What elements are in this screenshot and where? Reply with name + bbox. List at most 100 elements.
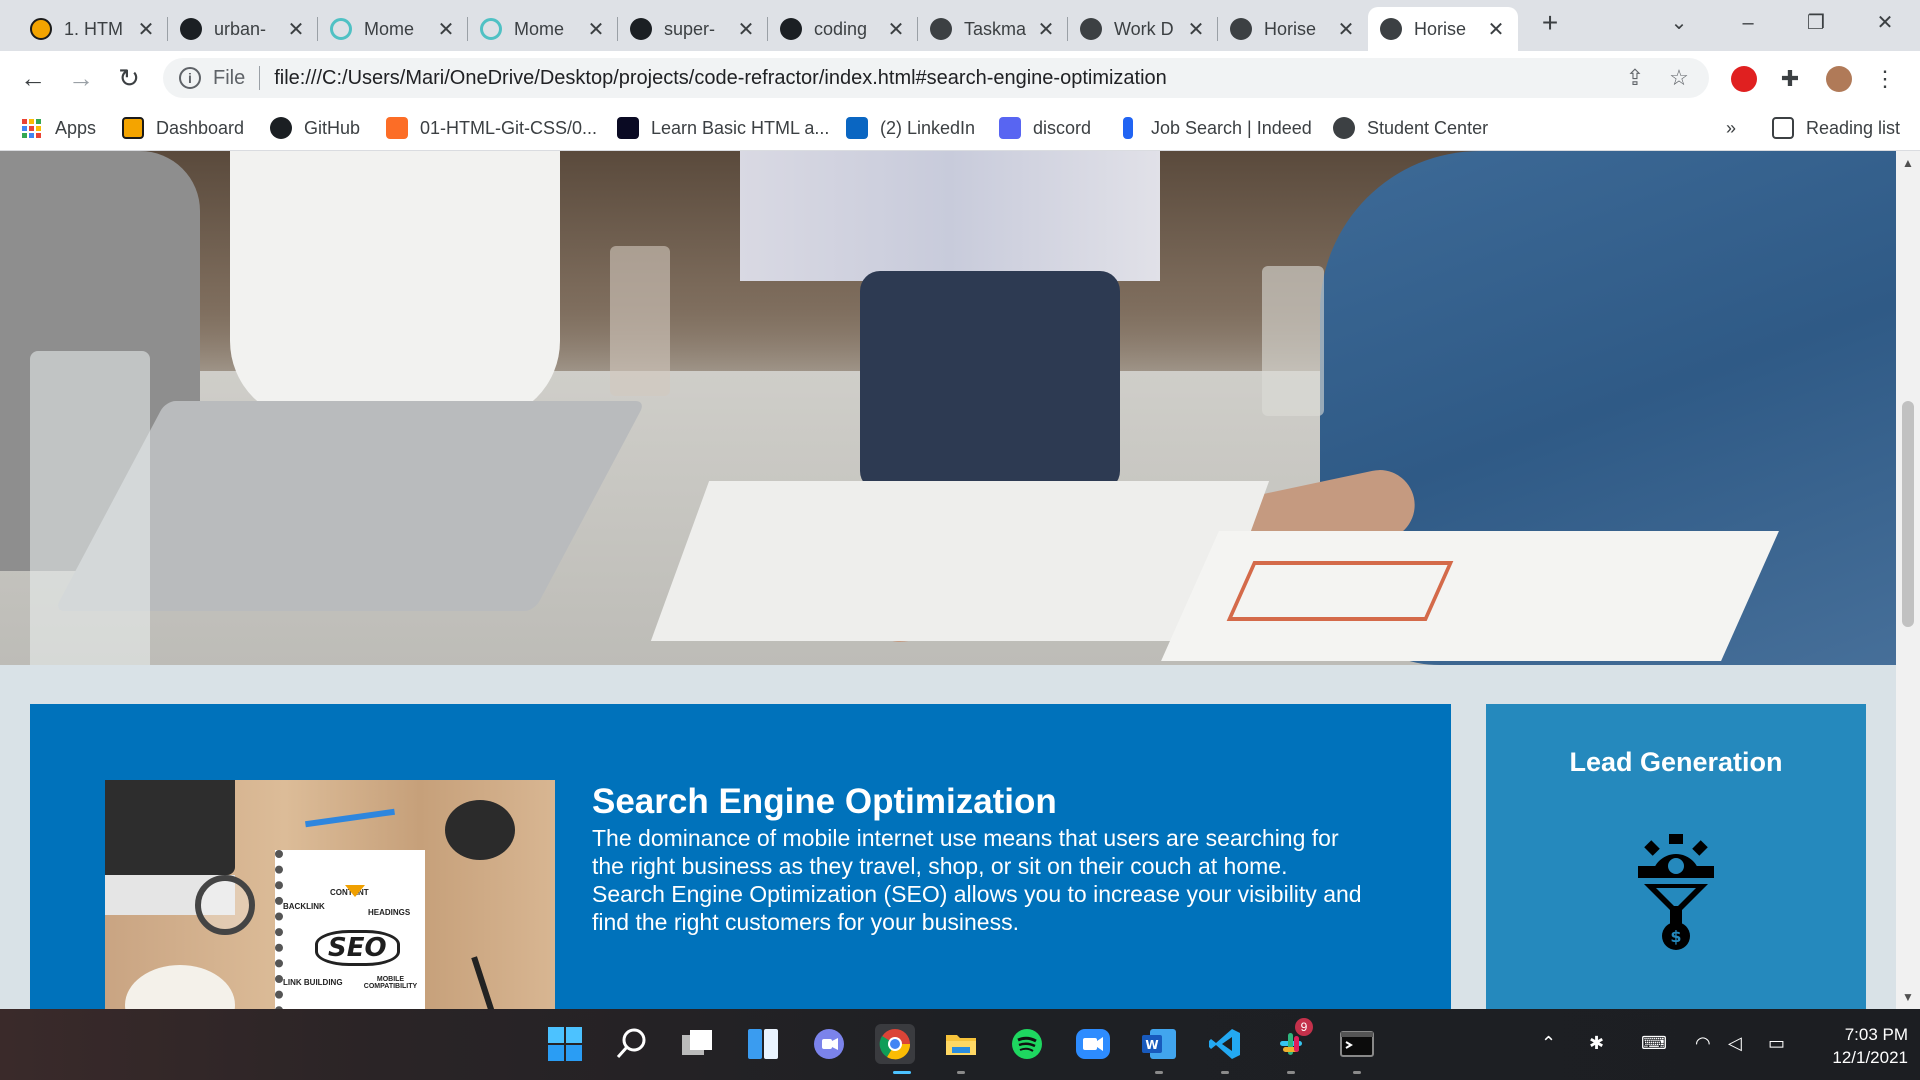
bookmark-discord[interactable]: discord <box>999 115 1091 141</box>
browser-tab[interactable]: Mome ✕ <box>318 7 468 51</box>
site-info-icon[interactable]: i <box>179 67 201 89</box>
teams-chat-icon[interactable] <box>809 1024 849 1064</box>
diamond-icon <box>345 885 365 897</box>
chrome-icon[interactable] <box>875 1024 915 1064</box>
close-icon[interactable]: ✕ <box>136 17 156 42</box>
bookmark-indeed[interactable]: Job Search | Indeed <box>1117 115 1312 141</box>
wifi-icon[interactable]: ◠ <box>1695 1033 1711 1054</box>
terminal-icon[interactable] <box>1337 1024 1377 1064</box>
seo-image-headings: HEADINGS <box>368 908 411 917</box>
windows-start-icon[interactable] <box>545 1024 585 1064</box>
scroll-thumb[interactable] <box>1902 401 1914 627</box>
browser-tab[interactable]: super- ✕ <box>618 7 768 51</box>
zoom-icon[interactable] <box>1073 1024 1113 1064</box>
new-tab-button[interactable]: + <box>1536 9 1564 38</box>
close-icon[interactable]: ✕ <box>736 17 756 42</box>
bookmarks-overflow-button[interactable]: » <box>1726 115 1736 141</box>
tab-search-icon[interactable]: ⌄ <box>1664 8 1694 38</box>
seo-heading: Search Engine Optimization <box>592 782 1057 821</box>
bookmark-linkedin[interactable]: (2) LinkedIn <box>846 115 975 141</box>
close-icon[interactable]: ✕ <box>1036 17 1056 42</box>
kebab-menu-icon[interactable]: ⋮ <box>1872 66 1898 92</box>
url-text[interactable]: file:///C:/Users/Mari/OneDrive/Desktop/p… <box>274 67 1621 90</box>
bookmark-gitlab[interactable]: 01-HTML-Git-CSS/0... <box>386 115 597 141</box>
globe-icon <box>1333 117 1355 139</box>
running-indicator <box>1221 1071 1229 1074</box>
bookmark-apps[interactable]: Apps <box>22 115 96 141</box>
tab-label: super- <box>664 18 716 39</box>
svg-text:$: $ <box>1670 927 1681 946</box>
keyboard-icon[interactable]: ⌨ <box>1641 1033 1667 1054</box>
bookmark-github[interactable]: GitHub <box>270 115 360 141</box>
lead-generation-heading: Lead Generation <box>1569 747 1783 777</box>
browser-tab[interactable]: Taskma ✕ <box>918 7 1068 51</box>
browser-tab-active[interactable]: Horise ✕ <box>1368 7 1518 51</box>
bookmark-label: discord <box>1033 117 1092 138</box>
bookmark-label: Learn Basic HTML a... <box>651 117 830 138</box>
browser-tab[interactable]: 1. HTM ✕ <box>18 7 168 51</box>
volume-icon[interactable]: ◁ <box>1728 1033 1742 1054</box>
slack-tray-icon[interactable]: ✱ <box>1589 1033 1604 1054</box>
back-icon[interactable]: ← <box>18 63 48 93</box>
tab-label: 1. HTM <box>64 18 124 39</box>
windows-taskbar: W 9 ⌃ ✱ ⌨ ◠ ◁ ▭ 7:03 PM 12/1/2021 <box>0 1009 1920 1080</box>
bookmark-label: Student Center <box>1367 117 1489 138</box>
forward-icon[interactable]: → <box>66 63 96 93</box>
bookmark-dashboard[interactable]: Dashboard <box>122 115 244 141</box>
bookmark-student-center[interactable]: Student Center <box>1333 115 1488 141</box>
task-view-icon[interactable] <box>677 1024 717 1064</box>
svg-text:W: W <box>1145 1038 1158 1052</box>
clock-date: 12/1/2021 <box>1832 1048 1908 1067</box>
profile-avatar[interactable] <box>1826 66 1852 92</box>
browser-tab[interactable]: Horise ✕ <box>1218 7 1368 51</box>
close-icon[interactable]: ✕ <box>286 17 306 42</box>
github-icon <box>780 18 802 40</box>
bookmarks-bar: Apps Dashboard GitHub 01-HTML-Git-CSS/0.… <box>0 105 1920 151</box>
close-icon[interactable]: ✕ <box>886 17 906 42</box>
restore-icon[interactable]: ❐ <box>1801 8 1831 38</box>
close-icon[interactable]: ✕ <box>586 17 606 42</box>
close-icon[interactable]: ✕ <box>1186 17 1206 42</box>
github-icon <box>270 117 292 139</box>
vscode-icon[interactable] <box>1205 1024 1245 1064</box>
spotify-icon[interactable] <box>1007 1024 1047 1064</box>
tab-label: Taskma <box>964 18 1027 39</box>
scroll-down-arrow[interactable]: ▼ <box>1896 987 1920 1007</box>
bookmark-star-icon[interactable]: ☆ <box>1665 65 1693 91</box>
adblock-extension-icon[interactable] <box>1731 66 1757 92</box>
word-icon[interactable]: W <box>1139 1024 1179 1064</box>
address-bar[interactable]: i File file:///C:/Users/Mari/OneDrive/De… <box>163 58 1709 98</box>
close-icon[interactable]: ✕ <box>1336 17 1356 42</box>
apps-grid-icon <box>22 118 41 138</box>
close-icon[interactable]: ✕ <box>436 17 456 42</box>
show-hidden-icons-icon[interactable]: ⌃ <box>1541 1033 1556 1054</box>
reload-icon[interactable]: ↻ <box>114 63 144 93</box>
seo-paragraph: The dominance of mobile internet use mea… <box>592 825 1362 935</box>
extensions-puzzle-icon[interactable]: ✚ <box>1777 66 1803 92</box>
share-icon[interactable]: ⇪ <box>1621 65 1649 91</box>
page-scrollbar[interactable]: ▲ ▼ <box>1896 151 1920 1009</box>
scroll-up-arrow[interactable]: ▲ <box>1896 153 1920 173</box>
system-clock[interactable]: 7:03 PM 12/1/2021 <box>1808 1023 1908 1069</box>
browser-tab[interactable]: Work D ✕ <box>1068 7 1218 51</box>
page-viewport: SEO CONTENT BACKLINK HEADINGS LINK BUILD… <box>0 151 1896 1009</box>
file-explorer-icon[interactable] <box>941 1024 981 1064</box>
running-indicator <box>1155 1071 1163 1074</box>
browser-tab[interactable]: Mome ✕ <box>468 7 618 51</box>
window-close-icon[interactable]: ✕ <box>1870 8 1900 38</box>
search-icon[interactable] <box>611 1024 651 1064</box>
slack-icon[interactable]: 9 <box>1271 1018 1313 1064</box>
ring-icon <box>330 18 352 40</box>
bookmark-label: Dashboard <box>156 117 245 138</box>
browser-tab[interactable]: urban- ✕ <box>168 7 318 51</box>
close-icon[interactable]: ✕ <box>1486 17 1506 42</box>
minimize-icon[interactable]: – <box>1733 8 1763 38</box>
github-icon <box>630 18 652 40</box>
browser-tab[interactable]: coding ✕ <box>768 7 918 51</box>
bookmark-freecodecamp[interactable]: Learn Basic HTML a... <box>617 115 829 141</box>
tab-label: Mome <box>514 18 565 39</box>
globe-icon <box>930 18 952 40</box>
battery-icon[interactable]: ▭ <box>1768 1033 1785 1054</box>
reading-list-button[interactable]: Reading list <box>1772 115 1900 141</box>
widgets-icon[interactable] <box>743 1024 783 1064</box>
